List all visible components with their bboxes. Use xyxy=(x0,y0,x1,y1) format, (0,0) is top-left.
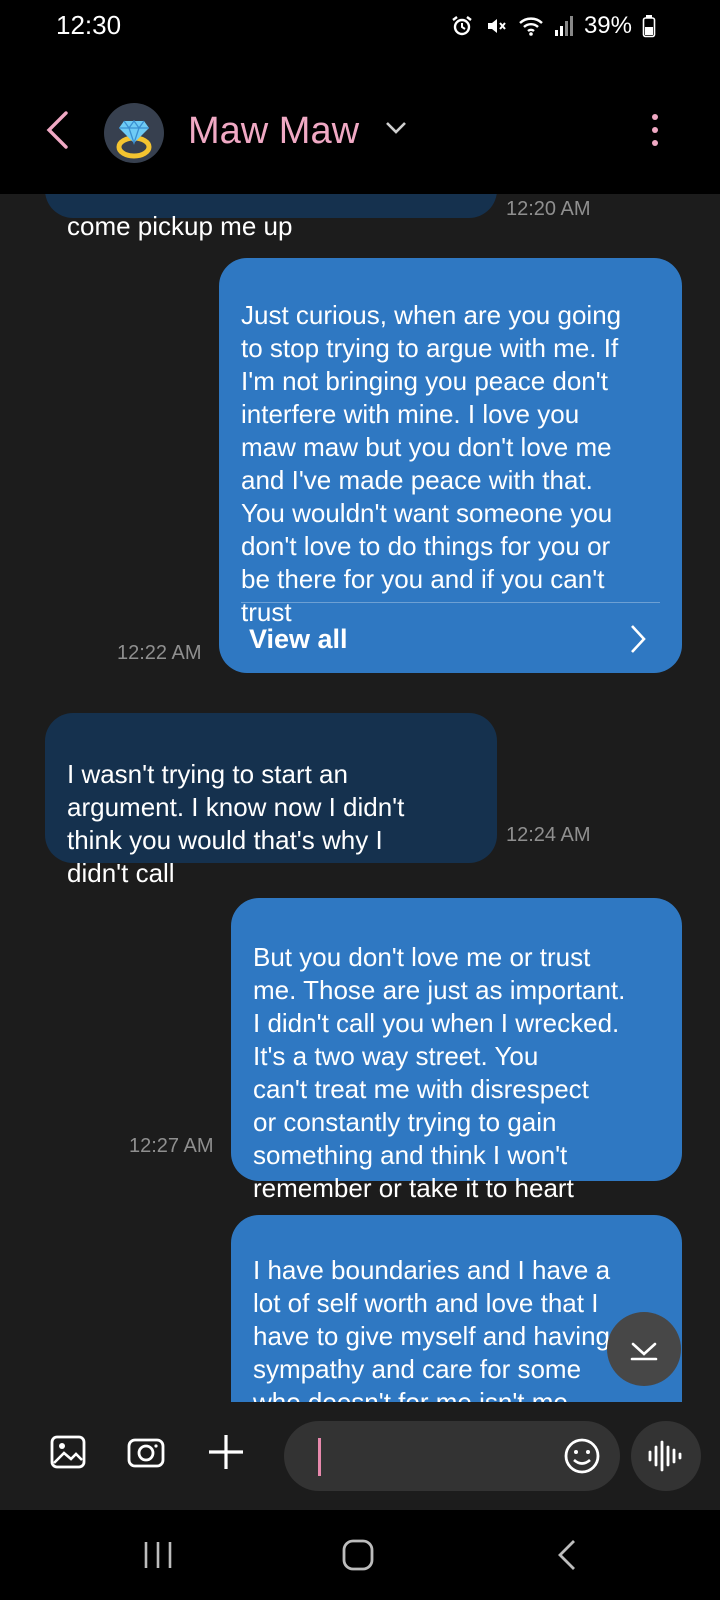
outgoing-message-bubble[interactable]: But you don't love me or trust me. Those… xyxy=(231,898,682,1203)
home-icon xyxy=(342,1539,374,1571)
more-options-button[interactable] xyxy=(640,110,670,150)
diamond-ring-icon xyxy=(116,119,152,159)
message-timestamp: 12:27 AM xyxy=(129,1135,214,1157)
message-text: But you don't love me or trust me. Those… xyxy=(253,942,626,1203)
view-all-label: View all xyxy=(249,624,348,654)
message-text: come pickup me up xyxy=(67,211,293,241)
outgoing-message-bubble[interactable]: Just curious, when are you going to stop… xyxy=(219,258,682,673)
message-list[interactable]: come pickup me up 12:20 AM Just curious,… xyxy=(0,194,720,1402)
incoming-message-bubble[interactable]: I wasn't trying to start an argument. I … xyxy=(45,713,497,888)
chevron-down-icon xyxy=(386,122,406,134)
view-all-button[interactable]: View all xyxy=(241,602,660,673)
mute-icon xyxy=(487,19,506,33)
message-text: I have boundaries and I have a lot of se… xyxy=(253,1255,611,1402)
composer-bar xyxy=(0,1402,720,1510)
voice-wave-icon xyxy=(648,1440,682,1472)
system-back-icon xyxy=(558,1540,575,1570)
text-cursor xyxy=(318,1438,321,1476)
emoji-button[interactable] xyxy=(562,1436,602,1481)
contact-dropdown-button[interactable] xyxy=(384,120,408,141)
conversation-header: Maw Maw xyxy=(0,60,720,194)
camera-icon xyxy=(127,1438,165,1468)
voice-record-button[interactable] xyxy=(631,1421,701,1491)
battery-percent: 39% xyxy=(583,12,632,39)
message-text: I wasn't trying to start an argument. I … xyxy=(67,759,405,888)
battery-icon xyxy=(642,15,656,38)
chevron-down-bar-icon xyxy=(630,1342,658,1361)
chevron-left-icon xyxy=(46,111,68,149)
status-icons: 39% xyxy=(450,12,656,40)
recents-button[interactable] xyxy=(140,1537,176,1578)
contact-avatar[interactable] xyxy=(104,103,164,163)
message-timestamp: 12:22 AM xyxy=(117,642,202,664)
system-navigation-bar xyxy=(0,1510,720,1600)
wifi-icon xyxy=(519,17,543,36)
message-timestamp: 12:20 AM xyxy=(506,198,591,220)
message-input[interactable] xyxy=(284,1421,620,1491)
system-back-button[interactable] xyxy=(550,1537,586,1578)
status-time: 12:30 xyxy=(56,10,122,40)
camera-button[interactable] xyxy=(126,1432,166,1477)
alarm-icon xyxy=(452,16,472,36)
gallery-icon xyxy=(50,1435,86,1469)
back-button[interactable] xyxy=(40,110,76,150)
message-text: Just curious, when are you going to stop… xyxy=(241,300,622,627)
gallery-button[interactable] xyxy=(48,1432,88,1477)
message-timestamp: 12:24 AM xyxy=(506,824,591,846)
scroll-to-bottom-button[interactable] xyxy=(607,1312,681,1386)
recents-icon xyxy=(144,1542,172,1568)
signal-icon xyxy=(554,16,573,36)
status-bar: 12:30 39% xyxy=(0,0,720,60)
contact-name[interactable]: Maw Maw xyxy=(188,110,359,153)
more-vertical-icon xyxy=(652,114,658,146)
incoming-message-bubble[interactable]: come pickup me up xyxy=(45,194,497,241)
chevron-right-icon xyxy=(631,625,646,653)
add-attachment-button[interactable] xyxy=(204,1430,248,1479)
emoji-icon xyxy=(564,1438,600,1474)
plus-icon xyxy=(209,1435,243,1469)
home-button[interactable] xyxy=(340,1537,376,1578)
